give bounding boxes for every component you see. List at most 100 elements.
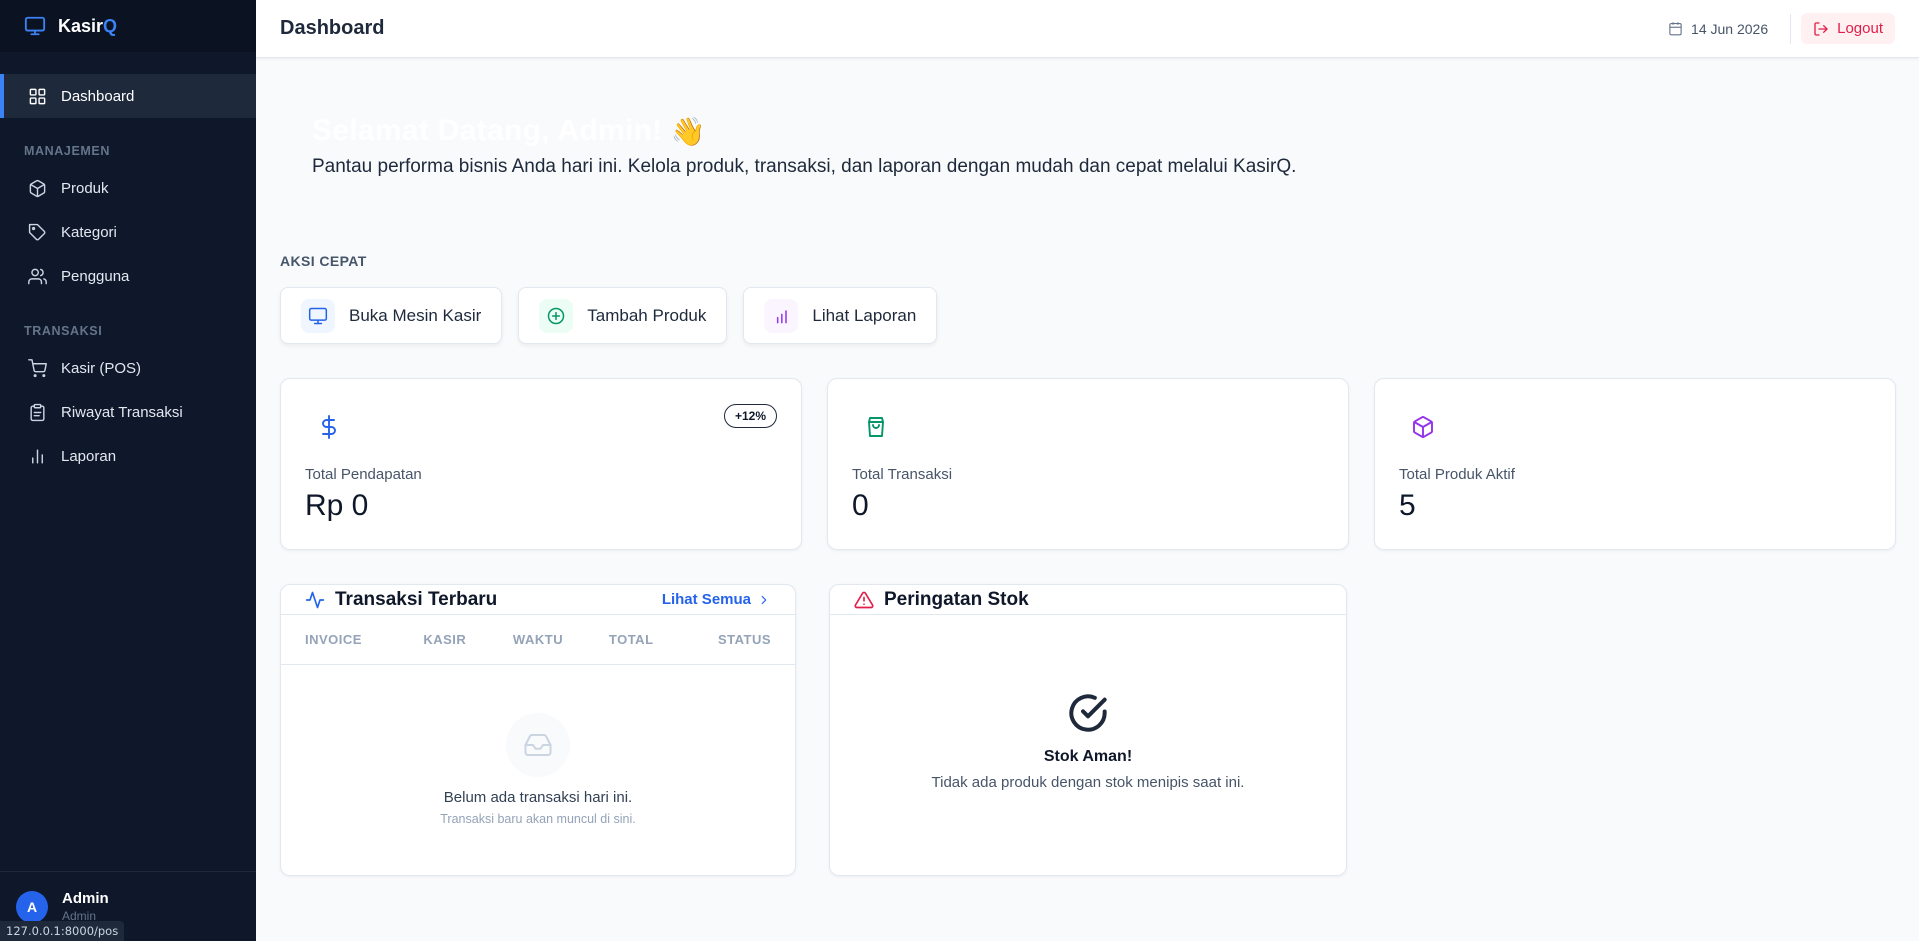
column-header[interactable]: WAKTU: [491, 632, 584, 647]
dollar-icon: [322, 415, 336, 439]
qa-label: Lihat Laporan: [812, 305, 917, 325]
sidebar-item-kasir-pos[interactable]: Kasir (POS): [0, 346, 256, 390]
stat-label: Total Transaksi: [852, 466, 953, 483]
page-title: Dashboard: [280, 17, 385, 39]
welcome-title-text: Selamat Datang, Admin!: [312, 114, 663, 147]
monitor-icon: [24, 16, 46, 36]
users-icon: [28, 268, 47, 284]
welcome-subtitle: Pantau performa bisnis Anda hari ini. Ke…: [312, 156, 1297, 177]
cart-icon: [28, 358, 47, 377]
stat-card-products: Total Produk Aktif 5: [1374, 378, 1896, 550]
clipboard-icon: [30, 403, 45, 421]
open-cashier-button[interactable]: Buka Mesin Kasir: [280, 287, 503, 344]
dashboard-icon: [29, 88, 46, 104]
column-header[interactable]: STATUS: [678, 632, 771, 647]
date-text: 14 Jun 2026: [1691, 20, 1769, 37]
panel-header: Transaksi Terbaru Lihat Semua: [281, 585, 795, 615]
warning-icon: [854, 591, 874, 608]
stat-value: 0: [852, 489, 869, 522]
column-header[interactable]: KASIR: [398, 632, 491, 647]
stat-card-transactions: Total Transaksi 0: [827, 378, 1349, 550]
chevron-right-icon: [761, 595, 767, 604]
sidebar-item-label: Produk: [61, 179, 109, 197]
panel-title: Transaksi Terbaru: [335, 588, 498, 610]
stat-value: 5: [1399, 489, 1416, 522]
empty-icon-wrap: [506, 713, 570, 777]
user-name: Admin: [62, 890, 109, 907]
tag-icon: [28, 223, 46, 240]
stock-ok-subtitle: Tidak ada produk dengan stok menipis saa…: [931, 774, 1245, 791]
shopping-bag-icon: [868, 417, 884, 437]
check-circle-icon: [1069, 694, 1107, 732]
logout-button[interactable]: Logout: [1801, 13, 1895, 44]
sidebar-item-produk[interactable]: Produk: [0, 166, 256, 210]
sidebar-item-pengguna[interactable]: Pengguna: [0, 254, 256, 298]
quick-actions: Buka Mesin Kasir Tambah Produk Lihat Lap…: [280, 287, 938, 344]
qa-label: Tambah Produk: [587, 305, 707, 325]
stat-value: Rp 0: [305, 489, 369, 522]
calendar-icon: [1669, 22, 1682, 36]
empty-title: Belum ada transaksi hari ini.: [443, 789, 633, 806]
sidebar-section-transaksi: TRANSAKSI: [24, 324, 103, 338]
sidebar-item-laporan[interactable]: Laporan: [0, 434, 256, 478]
stock-ok-title: Stok Aman!: [1043, 748, 1133, 765]
sidebar-item-dashboard[interactable]: Dashboard: [0, 74, 256, 118]
sidebar-item-kategori[interactable]: Kategori: [0, 210, 256, 254]
brand[interactable]: KasirQ: [0, 0, 256, 52]
bar-chart-icon: [777, 309, 788, 323]
see-all-link[interactable]: Lihat Semua: [662, 591, 771, 608]
qa-icon-wrap: [301, 298, 335, 333]
qa-icon-wrap: [764, 298, 799, 333]
package-icon: [29, 179, 46, 197]
empty-state: Belum ada transaksi hari ini. Transaksi …: [281, 665, 795, 826]
welcome-banner: Selamat Datang, Admin! 👋 Pantau performa…: [312, 114, 1296, 178]
qa-icon-wrap: [539, 298, 574, 333]
sidebar-item-riwayat-transaksi[interactable]: Riwayat Transaksi: [0, 390, 256, 434]
sidebar-item-label: Kasir (POS): [61, 359, 142, 377]
column-header[interactable]: INVOICE: [305, 632, 398, 647]
brand-suffix: Q: [103, 15, 118, 36]
welcome-title: Selamat Datang, Admin! 👋: [312, 114, 1296, 148]
inbox-icon: [524, 734, 552, 756]
brand-name: KasirQ: [58, 16, 117, 37]
bar-chart-icon: [32, 448, 43, 464]
stats-row: +12% Total Pendapatan Rp 0 Total Transak…: [280, 378, 1896, 550]
stat-card-revenue: +12% Total Pendapatan Rp 0: [280, 378, 802, 550]
top-header: Dashboard 14 Jun 2026 Logout: [256, 0, 1919, 58]
see-all-label: Lihat Semua: [661, 591, 751, 608]
panel-title: Peringatan Stok: [884, 588, 1029, 610]
sidebar-nav: Dashboard MANAJEMEN Produk Kategori Peng…: [0, 52, 256, 478]
stock-ok-state: Stok Aman! Tidak ada produk dengan stok …: [830, 615, 1346, 791]
main-content: Selamat Datang, Admin! 👋 Pantau performa…: [256, 58, 1919, 941]
growth-badge: +12%: [723, 404, 777, 428]
stat-label: Total Pendapatan: [305, 466, 422, 483]
package-icon: [1413, 416, 1433, 438]
sidebar-item-label: Laporan: [61, 447, 117, 465]
sidebar-item-label: Riwayat Transaksi: [61, 403, 183, 421]
sidebar-item-label: Dashboard: [61, 87, 135, 105]
column-header[interactable]: TOTAL: [585, 632, 678, 647]
plus-circle-icon: [548, 307, 565, 324]
sidebar-item-label: Pengguna: [61, 267, 130, 285]
brand-prefix: Kasir: [58, 15, 104, 36]
add-product-button[interactable]: Tambah Produk: [518, 287, 728, 344]
recent-transactions-panel: Transaksi Terbaru Lihat Semua INVOICE KA…: [280, 584, 796, 876]
table-header: INVOICE KASIR WAKTU TOTAL STATUS: [281, 615, 795, 665]
current-date: 14 Jun 2026: [1668, 13, 1792, 44]
view-report-button[interactable]: Lihat Laporan: [743, 287, 938, 344]
panel-header: Peringatan Stok: [830, 585, 1346, 615]
stat-label: Total Produk Aktif: [1399, 466, 1515, 483]
monitor-icon: [308, 307, 328, 324]
sidebar: KasirQ Dashboard MANAJEMEN Produk Katego…: [0, 0, 256, 941]
check-circle-wrap: [1068, 693, 1108, 738]
avatar: A: [16, 890, 48, 923]
sidebar-item-label: Kategori: [61, 223, 117, 241]
status-bar-url: 127.0.0.1:8000/pos: [0, 921, 125, 941]
empty-subtitle: Transaksi baru akan muncul di sini.: [440, 812, 636, 826]
wave-emoji: 👋: [670, 115, 706, 147]
logout-icon: [1814, 21, 1828, 36]
logout-label: Logout: [1837, 20, 1883, 37]
quick-actions-label: AKSI CEPAT: [280, 253, 367, 269]
stock-warning-panel: Peringatan Stok Stok Aman! Tidak ada pro…: [829, 584, 1347, 876]
sidebar-section-manajemen: MANAJEMEN: [24, 144, 110, 158]
